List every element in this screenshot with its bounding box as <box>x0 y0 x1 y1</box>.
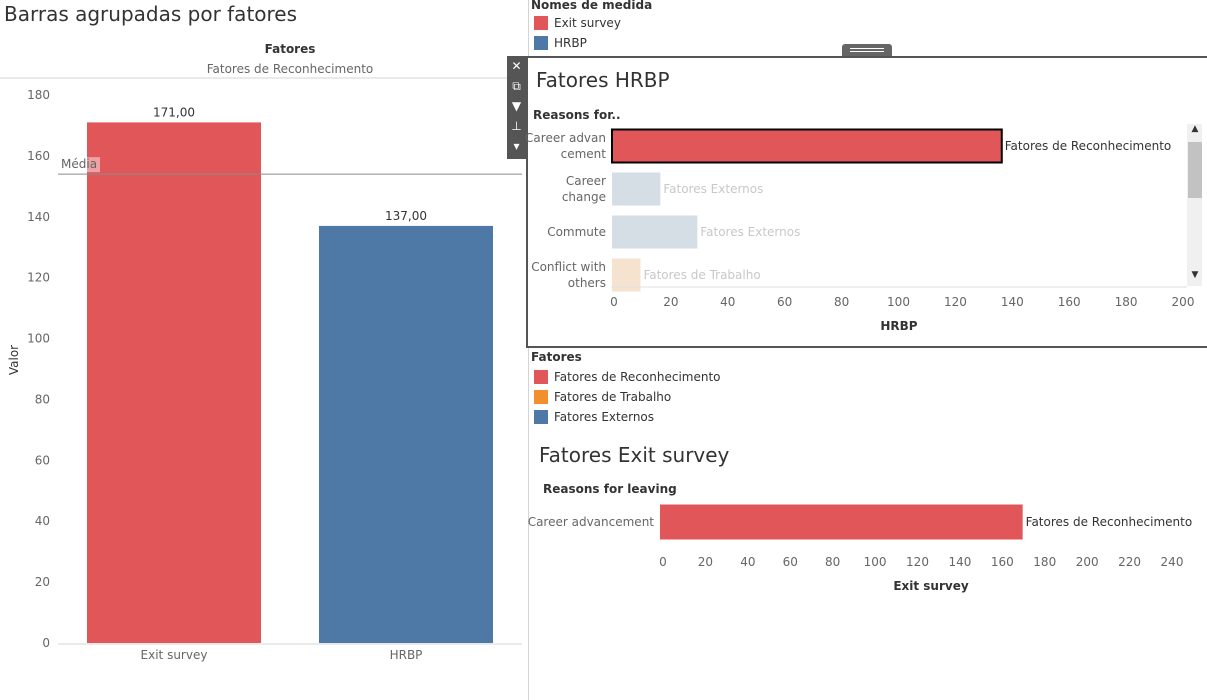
x-tick-label: HRBP <box>390 648 423 662</box>
x-tick-label: 100 <box>864 555 887 569</box>
hrbp-title: Fatores HRBP <box>536 68 670 92</box>
y-axis-label: Valor <box>7 345 21 375</box>
exit-survey-x-axis-label: Exit survey <box>893 579 969 593</box>
legend-label: Fatores de Trabalho <box>554 390 672 404</box>
x-tick-label: Exit survey <box>141 648 208 662</box>
legend-item-externos[interactable]: Fatores Externos <box>534 407 721 427</box>
legend-item-exit-survey[interactable]: Exit survey <box>534 13 621 33</box>
x-tick-label: 40 <box>740 555 755 569</box>
legend-fatores-title: Fatores <box>531 350 582 364</box>
y-tick-label: 140 <box>27 210 50 224</box>
drag-handle[interactable] <box>842 44 892 56</box>
x-tick-label: 0 <box>659 555 667 569</box>
column-header-value: Fatores de Reconhecimento <box>207 62 374 76</box>
y-tick-label: 40 <box>35 514 50 528</box>
legend-label: HRBP <box>554 36 587 50</box>
hrbp-panel[interactable]: Fatores HRBP Reasons for.. <box>526 56 1207 348</box>
close-icon[interactable]: ✕ <box>507 56 526 76</box>
legend-label: Exit survey <box>554 16 621 30</box>
category-label: Career advancement <box>528 515 655 529</box>
hrbp-scroll-thumb[interactable] <box>1188 142 1202 198</box>
y-tick-label: 0 <box>42 636 50 650</box>
filter-icon[interactable]: ▼ <box>507 96 526 116</box>
y-tick-label: 100 <box>27 332 50 346</box>
x-tick-label: 20 <box>698 555 713 569</box>
bar-hrbp[interactable] <box>319 225 493 643</box>
x-tick-label: 200 <box>1076 555 1099 569</box>
legend-swatch <box>534 370 548 384</box>
bar-value-label: 171,00 <box>153 105 195 119</box>
scroll-down-icon[interactable]: ▼ <box>1189 270 1201 284</box>
y-tick-label: 80 <box>35 392 50 406</box>
legend-measures-title: Nomes de medida <box>531 0 653 12</box>
bar-0[interactable] <box>660 504 1023 540</box>
reference-line-label: Média <box>61 157 97 171</box>
legend-item-hrbp[interactable]: HRBP <box>534 33 621 53</box>
grouped-bar-chart[interactable]: Fatores Fatores de Reconhecimento 0 20 40 6… <box>0 0 528 700</box>
legend-item-trabalho[interactable]: Fatores de Trabalho <box>534 387 721 407</box>
legend-label: Fatores Externos <box>554 410 655 424</box>
y-tick-label: 160 <box>27 149 50 163</box>
factor-label: Fatores de Reconhecimento <box>1026 515 1193 529</box>
x-tick-label: 80 <box>825 555 840 569</box>
worksheet-toolbar: ✕ ⧉ ▼ ⊥ ▾ <box>507 56 526 159</box>
bar-value-label: 137,00 <box>385 209 427 223</box>
hrbp-row-header: Reasons for.. <box>533 108 621 122</box>
exit-survey-title: Fatores Exit survey <box>539 443 730 467</box>
x-tick-label: 180 <box>1033 555 1056 569</box>
bar-exit-survey[interactable] <box>87 122 261 643</box>
legend-fatores: Fatores de Reconhecimento Fatores de Tra… <box>534 367 721 427</box>
legend-swatch <box>534 36 548 50</box>
x-tick-label: 120 <box>906 555 929 569</box>
x-tick-label: 60 <box>783 555 798 569</box>
column-header: Fatores <box>265 42 316 56</box>
y-tick-label: 60 <box>35 453 50 467</box>
x-tick-label: 140 <box>948 555 971 569</box>
legend-swatch <box>534 16 548 30</box>
more-options-icon[interactable]: ▾ <box>507 136 526 156</box>
x-tick-label: 240 <box>1161 555 1184 569</box>
x-tick-label: 160 <box>991 555 1014 569</box>
x-tick-label: 220 <box>1118 555 1141 569</box>
popout-icon[interactable]: ⧉ <box>507 76 526 96</box>
legend-swatch <box>534 390 548 404</box>
exit-survey-row-header: Reasons for leaving <box>543 482 677 496</box>
legend-measures: Exit survey HRBP <box>534 13 621 53</box>
y-tick-label: 20 <box>35 575 50 589</box>
legend-swatch <box>534 410 548 424</box>
pin-icon[interactable]: ⊥ <box>507 116 526 136</box>
y-tick-label: 120 <box>27 271 50 285</box>
scroll-up-icon[interactable]: ▲ <box>1189 124 1201 138</box>
y-tick-label: 180 <box>27 88 50 102</box>
legend-item-reconhecimento[interactable]: Fatores de Reconhecimento <box>534 367 721 387</box>
legend-label: Fatores de Reconhecimento <box>554 370 721 384</box>
